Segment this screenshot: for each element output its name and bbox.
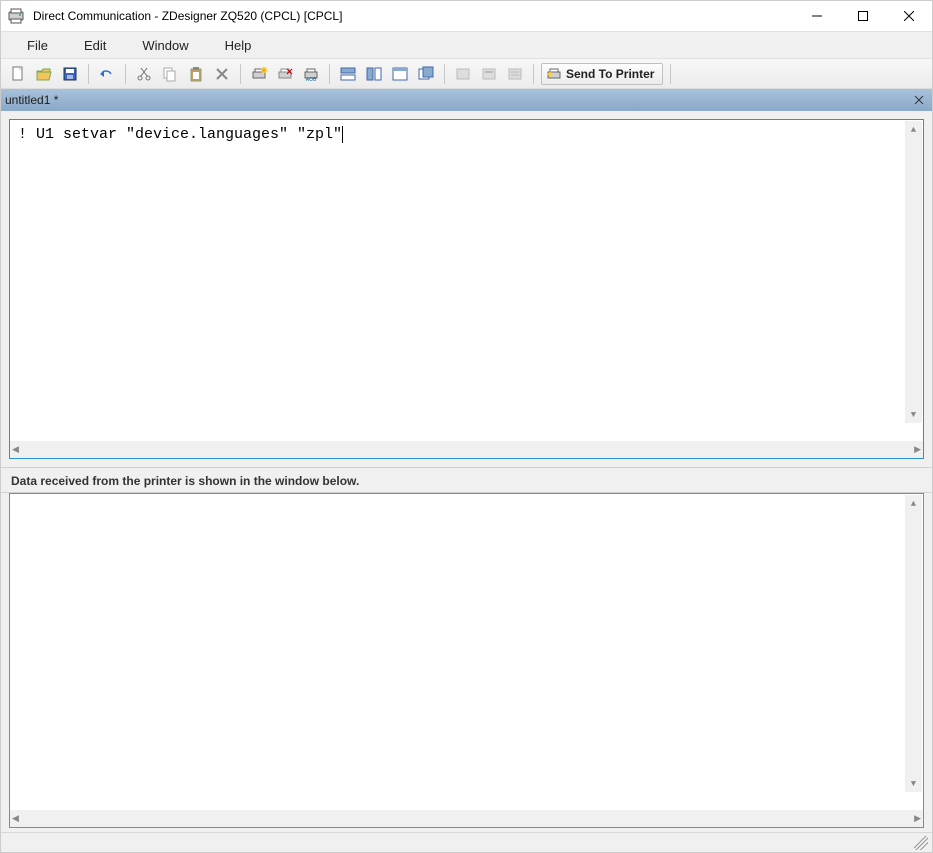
titlebar: Direct Communication - ZDesigner ZQ520 (…: [1, 1, 932, 31]
resize-grip[interactable]: [914, 836, 928, 850]
disabled-button-1: [452, 63, 474, 85]
menu-edit[interactable]: Edit: [66, 32, 124, 58]
scroll-down-icon[interactable]: ▼: [905, 775, 922, 792]
minimize-button[interactable]: [794, 1, 840, 31]
code-editor[interactable]: ! U1 setvar "device.languages" "zpl" ▲ ▼: [10, 120, 923, 441]
printer-remove-button[interactable]: [274, 63, 296, 85]
cut-button[interactable]: [133, 63, 155, 85]
tab-close-button[interactable]: [910, 91, 928, 109]
undo-button[interactable]: [96, 63, 118, 85]
output-label: Data received from the printer is shown …: [1, 467, 932, 493]
printer-settings-button[interactable]: AOB: [300, 63, 322, 85]
tile-horizontal-button[interactable]: [337, 63, 359, 85]
toolbar: + AOB Send To Printer: [1, 59, 932, 89]
scroll-right-icon[interactable]: ▶: [914, 813, 921, 824]
editor-container: ! U1 setvar "device.languages" "zpl" ▲ ▼…: [1, 111, 932, 467]
toolbar-separator: [329, 64, 330, 84]
toolbar-separator: [670, 64, 671, 84]
menu-file[interactable]: File: [9, 32, 66, 58]
menu-help[interactable]: Help: [207, 32, 270, 58]
svg-text:+: +: [263, 68, 266, 74]
scroll-up-icon[interactable]: ▲: [905, 495, 922, 512]
output-panel: ▲ ▼ ◀ ▶: [9, 493, 924, 828]
new-file-button[interactable]: [7, 63, 29, 85]
send-icon: [546, 66, 562, 82]
toolbar-separator: [444, 64, 445, 84]
toolbar-separator: [533, 64, 534, 84]
app-icon: [7, 7, 25, 25]
disabled-button-2: [478, 63, 500, 85]
close-button[interactable]: [886, 1, 932, 31]
toolbar-separator: [88, 64, 89, 84]
document-tab[interactable]: untitled1 *: [1, 89, 932, 111]
statusbar: [1, 832, 932, 852]
disabled-button-3: [504, 63, 526, 85]
horizontal-scrollbar[interactable]: ◀ ▶: [10, 441, 923, 458]
send-label: Send To Printer: [566, 67, 654, 81]
menu-window[interactable]: Window: [124, 32, 206, 58]
output-text[interactable]: ▲ ▼: [10, 494, 923, 810]
editor-panel: ! U1 setvar "device.languages" "zpl" ▲ ▼…: [9, 119, 924, 459]
output-container: ▲ ▼ ◀ ▶: [1, 493, 932, 832]
copy-button[interactable]: [159, 63, 181, 85]
toolbar-separator: [125, 64, 126, 84]
vertical-scrollbar[interactable]: ▲ ▼: [905, 121, 922, 423]
scroll-left-icon[interactable]: ◀: [12, 813, 19, 824]
scroll-left-icon[interactable]: ◀: [12, 444, 19, 455]
svg-text:AOB: AOB: [306, 77, 317, 82]
tab-title: untitled1 *: [5, 93, 910, 107]
text-caret: [342, 126, 343, 143]
open-file-button[interactable]: [33, 63, 55, 85]
send-to-printer-button[interactable]: Send To Printer: [541, 63, 663, 85]
scroll-down-icon[interactable]: ▼: [905, 406, 922, 423]
delete-button[interactable]: [211, 63, 233, 85]
scroll-up-icon[interactable]: ▲: [905, 121, 922, 138]
toolbar-separator: [240, 64, 241, 84]
horizontal-scrollbar[interactable]: ◀ ▶: [10, 810, 923, 827]
paste-button[interactable]: [185, 63, 207, 85]
arrange-icons-button[interactable]: [415, 63, 437, 85]
cascade-button[interactable]: [389, 63, 411, 85]
scroll-right-icon[interactable]: ▶: [914, 444, 921, 455]
window-title: Direct Communication - ZDesigner ZQ520 (…: [33, 9, 794, 23]
editor-content: ! U1 setvar "device.languages" "zpl": [18, 126, 342, 143]
printer-add-button[interactable]: +: [248, 63, 270, 85]
maximize-button[interactable]: [840, 1, 886, 31]
vertical-scrollbar[interactable]: ▲ ▼: [905, 495, 922, 792]
tile-vertical-button[interactable]: [363, 63, 385, 85]
menubar: File Edit Window Help: [1, 31, 932, 59]
save-button[interactable]: [59, 63, 81, 85]
window-controls: [794, 1, 932, 31]
